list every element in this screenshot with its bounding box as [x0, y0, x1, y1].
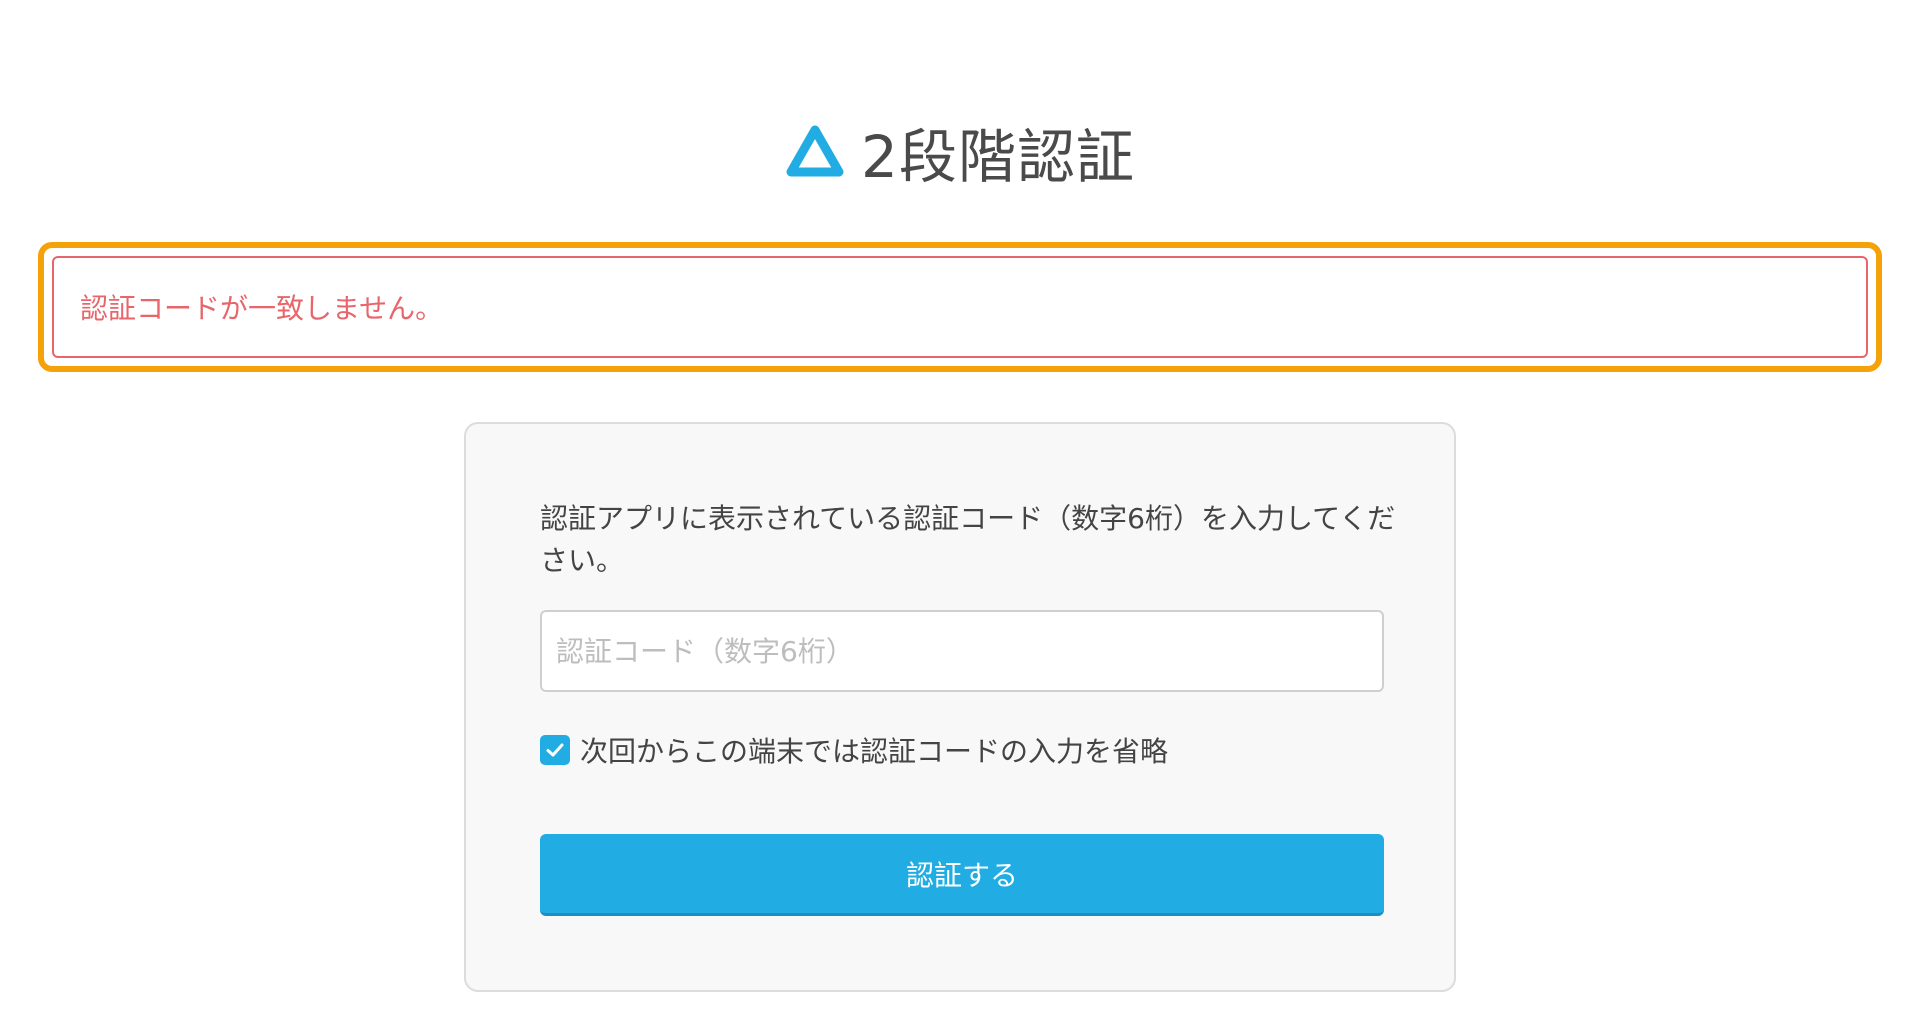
delta-triangle-icon — [786, 125, 844, 177]
page-title: 2段階認証 — [861, 123, 1135, 191]
error-message: 認証コードが一致しません。 — [80, 292, 444, 325]
authenticate-button[interactable]: 認証する — [540, 834, 1384, 916]
page-header: 2段階認証 — [0, 112, 1920, 192]
auth-code-input[interactable] — [540, 610, 1384, 692]
remember-device-option[interactable]: 次回からこの端末では認証コードの入力を省略 — [540, 730, 1168, 770]
two-factor-auth-page: 2段階認証 認証コードが一致しません。 認証アプリに表示されている認証コード（数… — [0, 0, 1920, 1032]
alert-highlight-frame: 認証コードが一致しません。 — [38, 242, 1882, 372]
instruction-text: 認証アプリに表示されている認証コード（数字6桁）を入力してください。 — [540, 502, 1396, 577]
error-alert: 認証コードが一致しません。 — [52, 256, 1868, 358]
checkmark-icon — [546, 743, 564, 757]
auth-form-card: 認証アプリに表示されている認証コード（数字6桁）を入力してください。 次回からこ… — [464, 422, 1456, 992]
remember-checkbox[interactable] — [540, 735, 570, 765]
remember-label: 次回からこの端末では認証コードの入力を省略 — [580, 735, 1169, 768]
